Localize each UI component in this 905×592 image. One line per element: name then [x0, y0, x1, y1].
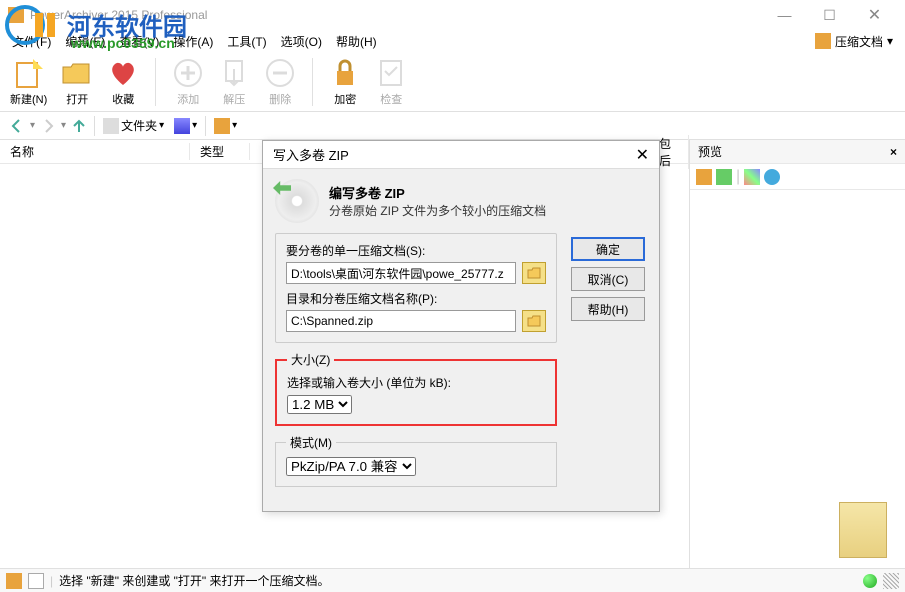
lock-icon	[329, 57, 361, 89]
size-group: 大小(Z) 选择或输入卷大小 (单位为 kB): 1.2 MB	[275, 351, 557, 426]
column-type[interactable]: 类型	[190, 143, 250, 160]
archive-icon	[815, 33, 831, 49]
check-button: 检查	[375, 57, 407, 107]
menu-edit[interactable]: 编辑(E)	[59, 31, 111, 52]
column-name[interactable]: 名称	[0, 143, 190, 160]
window-title: PowerArchiver 2015 Professional	[30, 8, 207, 22]
folder-icon	[103, 118, 119, 134]
open-button[interactable]: 打开	[61, 57, 93, 107]
menu-tools[interactable]: 工具(T)	[221, 31, 272, 52]
menu-options[interactable]: 选项(O)	[275, 31, 328, 52]
toolbar: 新建(N) 打开 收藏 添加 解压 删除 加密	[0, 52, 905, 112]
status-icon-1[interactable]	[6, 573, 22, 589]
archive-image	[839, 502, 887, 558]
preview-icon-1[interactable]	[696, 169, 712, 185]
nav-back-button[interactable]	[6, 115, 28, 137]
statusbar: | 选择 "新建" 来创建或 "打开" 来打开一个压缩文档。	[0, 568, 905, 592]
favorite-button[interactable]: 收藏	[107, 57, 139, 107]
source-input[interactable]	[286, 262, 516, 284]
dialog-header-subtitle: 分卷原始 ZIP 文件为多个较小的压缩文档	[329, 202, 546, 219]
size-label: 选择或输入卷大小 (单位为 kB):	[287, 374, 545, 391]
new-button[interactable]: 新建(N)	[10, 57, 47, 107]
mode-select[interactable]: PkZip/PA 7.0 兼容	[286, 457, 416, 476]
mode-group: 模式(M) PkZip/PA 7.0 兼容	[275, 434, 557, 487]
open-icon	[61, 57, 93, 89]
status-icon-2[interactable]	[28, 573, 44, 589]
titlebar: PowerArchiver 2015 Professional — ☐ ✕	[0, 0, 905, 30]
nav-forward-button[interactable]	[37, 115, 59, 137]
preview-header: 预览 ×	[690, 140, 905, 164]
check-icon	[375, 57, 407, 89]
extract-button: 解压	[218, 57, 250, 107]
dest-input[interactable]	[286, 310, 516, 332]
dest-browse-button[interactable]	[522, 310, 546, 332]
chevron-down-icon[interactable]: ▾	[30, 120, 35, 131]
dialog-close-button[interactable]: ✕	[636, 145, 649, 165]
new-icon	[13, 57, 45, 89]
status-indicator	[863, 574, 877, 588]
chevron-down-icon[interactable]: ▾	[887, 34, 893, 48]
view-icon	[174, 118, 190, 134]
mode-legend: 模式(M)	[286, 434, 336, 451]
resize-grip-icon[interactable]	[883, 573, 899, 589]
view-combo[interactable]: ▾	[170, 118, 201, 134]
menu-view[interactable]: 查看(V)	[113, 31, 165, 52]
source-browse-button[interactable]	[522, 262, 546, 284]
menu-action[interactable]: 操作(A)	[167, 31, 219, 52]
add-button: 添加	[172, 57, 204, 107]
menu-help[interactable]: 帮助(H)	[330, 31, 383, 52]
menu-file[interactable]: 文件(F)	[6, 31, 57, 52]
heart-icon	[107, 57, 139, 89]
view-combo-2[interactable]: ▾	[210, 118, 241, 134]
app-icon	[8, 7, 24, 23]
preview-icon-2[interactable]	[716, 169, 732, 185]
preview-toolbar: |	[690, 164, 905, 190]
layout-icon	[214, 118, 230, 134]
chevron-down-icon: ▾	[192, 120, 197, 131]
encrypt-button[interactable]: 加密	[329, 57, 361, 107]
preview-body	[690, 190, 905, 568]
dest-label: 目录和分卷压缩文档名称(P):	[286, 290, 546, 307]
status-hint: 选择 "新建" 来创建或 "打开" 来打开一个压缩文档。	[59, 572, 329, 589]
preview-pane: 预览 × |	[690, 140, 905, 568]
source-label: 要分卷的单一压缩文档(S):	[286, 242, 546, 259]
span-zip-dialog: 写入多卷 ZIP ✕ 编写多卷 ZIP 分卷原始 ZIP 文件为多个较小的压缩文…	[262, 140, 660, 512]
dialog-title: 写入多卷 ZIP	[273, 145, 349, 164]
dialog-titlebar: 写入多卷 ZIP ✕	[263, 141, 659, 169]
size-select[interactable]: 1.2 MB	[287, 395, 352, 414]
add-icon	[172, 57, 204, 89]
cd-icon	[275, 179, 319, 223]
close-button[interactable]: ✕	[852, 0, 897, 30]
minimize-button[interactable]: —	[762, 0, 807, 30]
cancel-button[interactable]: 取消(C)	[571, 267, 645, 291]
maximize-button[interactable]: ☐	[807, 0, 852, 30]
right-label: 压缩文档	[835, 33, 883, 50]
ok-button[interactable]: 确定	[571, 237, 645, 261]
chevron-down-icon: ▾	[159, 120, 164, 131]
help-button[interactable]: 帮助(H)	[571, 297, 645, 321]
delete-icon	[264, 57, 296, 89]
dialog-header-title: 编写多卷 ZIP	[329, 183, 546, 202]
folders-combo[interactable]: 文件夹 ▾	[99, 117, 168, 134]
navbar: ▾ ▾ 文件夹 ▾ ▾ ▾	[0, 112, 905, 140]
size-legend: 大小(Z)	[287, 351, 334, 368]
delete-button: 删除	[264, 57, 296, 107]
chevron-down-icon: ▾	[232, 120, 237, 131]
preview-close-button[interactable]: ×	[890, 145, 897, 159]
chevron-down-icon[interactable]: ▾	[61, 120, 66, 131]
nav-up-button[interactable]	[68, 115, 90, 137]
extract-icon	[218, 57, 250, 89]
preview-icon-3[interactable]	[744, 169, 760, 185]
source-group: 要分卷的单一压缩文档(S): 目录和分卷压缩文档名称(P):	[275, 233, 557, 343]
preview-help-icon[interactable]	[764, 169, 780, 185]
menubar: 文件(F) 编辑(E) 查看(V) 操作(A) 工具(T) 选项(O) 帮助(H…	[0, 30, 905, 52]
